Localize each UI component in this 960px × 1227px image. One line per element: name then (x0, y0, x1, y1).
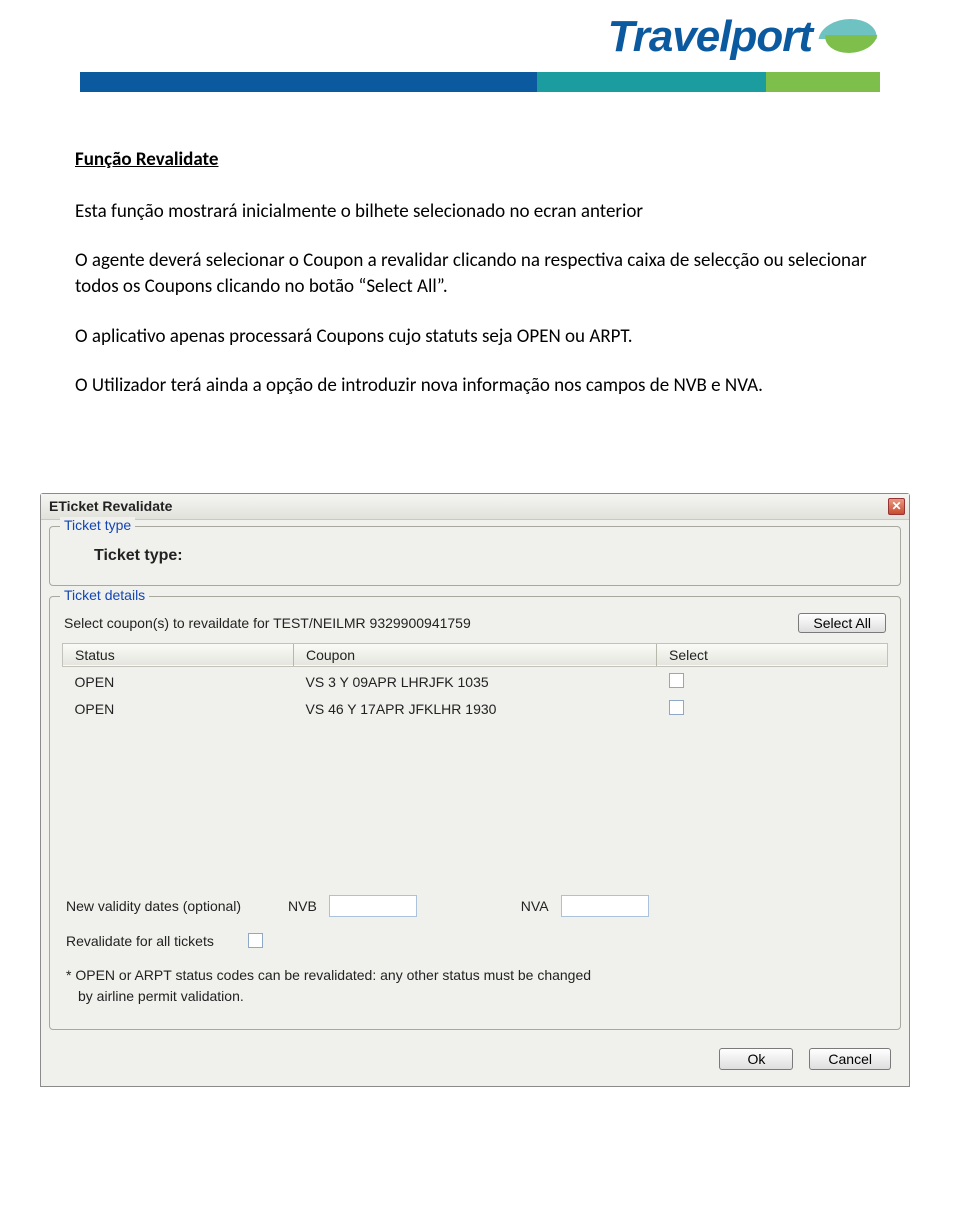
brand-swoosh-icon (820, 15, 880, 59)
status-cell: OPEN (63, 694, 294, 721)
close-icon[interactable]: ✕ (888, 498, 905, 515)
nva-label: NVA (521, 898, 549, 914)
status-cell: OPEN (63, 666, 294, 694)
coupon-select-checkbox[interactable] (669, 673, 684, 688)
col-header-select: Select (657, 643, 888, 666)
table-row: OPEN VS 46 Y 17APR JFKLHR 1930 (63, 694, 888, 721)
status-note-line: by airline permit validation. (66, 986, 884, 1007)
dialog-title: ETicket Revalidate (49, 498, 172, 514)
brand-logo: Travelport (608, 12, 880, 62)
coupon-cell: VS 3 Y 09APR LHRJFK 1035 (294, 666, 657, 694)
ticket-details-group: Ticket details Select coupon(s) to revai… (49, 596, 901, 1030)
coupon-cell: VS 46 Y 17APR JFKLHR 1930 (294, 694, 657, 721)
dialog-titlebar[interactable]: ETicket Revalidate ✕ (41, 494, 909, 520)
nvb-input[interactable] (329, 895, 417, 917)
col-header-status: Status (63, 643, 294, 666)
validity-dates-label: New validity dates (optional) (66, 898, 276, 914)
revalidate-all-checkbox[interactable] (248, 933, 263, 948)
table-row: OPEN VS 3 Y 09APR LHRJFK 1035 (63, 666, 888, 694)
ticket-type-legend: Ticket type (60, 517, 135, 533)
ticket-type-group: Ticket type Ticket type: (49, 526, 901, 586)
article-paragraph: O agente deverá selecionar o Coupon a re… (75, 248, 885, 299)
eticket-revalidate-dialog: ETicket Revalidate ✕ Ticket type Ticket … (40, 493, 910, 1087)
col-header-coupon: Coupon (294, 643, 657, 666)
brand-color-bar (80, 72, 880, 92)
article-paragraph: Esta função mostrará inicialmente o bilh… (75, 199, 885, 225)
brand-logo-text: Travelport (608, 12, 812, 62)
ticket-details-legend: Ticket details (60, 587, 149, 603)
article-paragraph: O Utilizador terá ainda a opção de intro… (75, 373, 885, 399)
article-title: Função Revalidate (75, 147, 885, 173)
select-coupons-text: Select coupon(s) to revaildate for TEST/… (64, 615, 471, 631)
coupon-select-checkbox[interactable] (669, 700, 684, 715)
select-all-button[interactable]: Select All (798, 613, 886, 633)
ticket-type-label: Ticket type: (62, 537, 888, 571)
cancel-button[interactable]: Cancel (809, 1048, 891, 1070)
page-header: Travelport (0, 0, 960, 62)
status-note-line: * OPEN or ARPT status codes can be reval… (66, 965, 884, 986)
nva-input[interactable] (561, 895, 649, 917)
ok-button[interactable]: Ok (719, 1048, 793, 1070)
revalidate-all-label: Revalidate for all tickets (66, 933, 236, 949)
coupons-table: Status Coupon Select OPEN VS 3 Y 09APR L… (62, 643, 888, 721)
nvb-label: NVB (288, 898, 317, 914)
article-paragraph: O aplicativo apenas processará Coupons c… (75, 324, 885, 350)
